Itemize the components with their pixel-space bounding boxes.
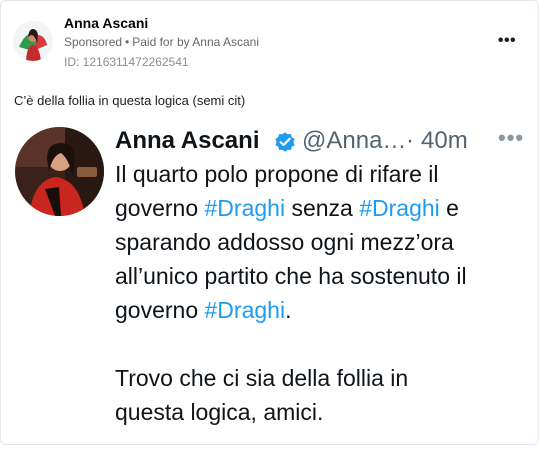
- tweet-text: senza: [285, 195, 360, 221]
- post-text: C’è della follia in questa logica (semi …: [14, 93, 246, 108]
- tweet-line: governo #Draghi.: [115, 293, 531, 327]
- sponsored-post-card: Anna Ascani Sponsored • Paid for by Anna A…: [0, 0, 539, 445]
- page-avatar[interactable]: [13, 21, 53, 61]
- hashtag-link: #Draghi: [204, 195, 286, 221]
- sponsored-label: Sponsored: [64, 35, 123, 49]
- hashtag-link: #Draghi: [204, 297, 286, 323]
- ad-id: ID: 1216311472262541: [64, 55, 189, 69]
- tweet-line: all’unico partito che ha sostenuto il: [115, 263, 467, 289]
- tweet-text: .: [285, 297, 292, 323]
- tweet-more-icon: •••: [498, 125, 525, 150]
- party-logo-icon: [13, 21, 53, 61]
- page-name[interactable]: Anna Ascani: [64, 15, 148, 31]
- tweet-line: Trovo che ci sia della follia in: [115, 365, 409, 391]
- tweet-dot-separator: ·: [406, 127, 414, 154]
- tweet-text: governo: [115, 195, 205, 221]
- ad-meta-line: Sponsored • Paid for by Anna Ascani: [64, 35, 259, 49]
- tweet-line: governo #Draghi senza #Draghi e: [115, 191, 531, 225]
- tweet-avatar: [15, 127, 104, 216]
- profile-photo-icon: [15, 127, 104, 216]
- tweet-image[interactable]: Anna Ascani @Anna… · 40m ••• Il quarto p…: [1, 117, 538, 444]
- tweet-text: governo: [115, 297, 205, 323]
- tweet-line: sparando addosso ogni mezz’ora: [115, 229, 454, 255]
- tweet-handle: @Anna…: [302, 127, 407, 154]
- tweet-author-name: Anna Ascani: [115, 127, 260, 154]
- tweet-text: e: [439, 195, 459, 221]
- verified-badge-icon: [275, 132, 295, 152]
- tweet-body: Il quarto polo propone di rifare il gove…: [115, 157, 531, 429]
- paid-for-label[interactable]: Paid for by Anna Ascani: [132, 35, 259, 49]
- hashtag-link: #Draghi: [359, 195, 440, 221]
- tweet-timestamp: 40m: [421, 127, 468, 154]
- tweet-line: Il quarto polo propone di rifare il: [115, 161, 439, 187]
- more-horizontal-icon: •••: [497, 32, 517, 49]
- more-options-button[interactable]: •••: [495, 31, 519, 51]
- dot-separator: •: [125, 35, 130, 49]
- tweet-line: questa logica, amici.: [115, 399, 324, 425]
